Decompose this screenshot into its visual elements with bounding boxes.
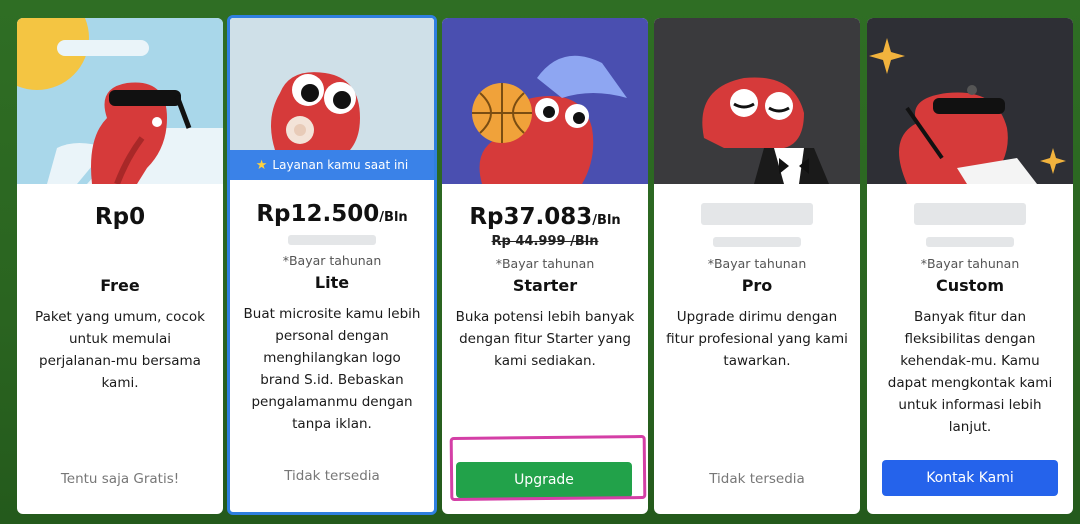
price-placeholder (288, 235, 376, 245)
price-placeholder (914, 203, 1026, 225)
plan-name: Pro (741, 276, 773, 295)
plan-description: Banyak fitur dan fleksibilitas dengan ke… (887, 309, 1053, 435)
upgrade-button[interactable]: Upgrade (456, 462, 632, 498)
price-subline-placeholder (713, 237, 801, 247)
contact-us-button[interactable]: Kontak Kami (882, 460, 1058, 496)
billing-note: *Bayar tahunan (495, 256, 595, 271)
plan-description: Buat microsite kamu lebih personal denga… (243, 306, 421, 432)
price-subline-placeholder (926, 237, 1014, 247)
plan-price: Rp0 (94, 204, 146, 230)
billing-note: *Bayar tahunan (920, 256, 1020, 271)
plan-footer-text: Tidak tersedia (709, 471, 805, 487)
current-plan-badge-label: Layanan kamu saat ini (272, 158, 409, 172)
plan-name: Starter (512, 276, 578, 295)
plan-illustration-lite (230, 18, 434, 150)
plan-card-lite: ★ Layanan kamu saat ini Rp12.500/Bln *Ba… (227, 15, 437, 515)
billing-note: *Bayar tahunan (282, 253, 382, 268)
plan-card-free: Rp0 Free Paket yang umum, cocok untuk me… (17, 18, 223, 514)
plan-name: Custom (936, 276, 1004, 295)
plan-illustration-pro (654, 18, 860, 184)
plan-footer-text: Tentu saja Gratis! (60, 471, 180, 487)
plan-name: Free (100, 276, 140, 295)
plan-illustration-starter (442, 18, 648, 184)
current-plan-badge: ★ Layanan kamu saat ini (230, 150, 434, 180)
plan-description: Buka potensi lebih banyak dengan fitur S… (455, 309, 635, 369)
plan-name: Lite (314, 273, 350, 292)
original-price: Rp 44.999 /Bln (491, 234, 599, 249)
plan-price: Rp37.083/Bln (469, 204, 621, 230)
star-icon: ★ (255, 157, 268, 173)
plan-illustration-free (17, 18, 223, 184)
plan-card-custom: *Bayar tahunan Custom Banyak fitur dan f… (867, 18, 1073, 514)
price-placeholder (701, 203, 813, 225)
plan-illustration-custom (867, 18, 1073, 184)
plan-card-pro: *Bayar tahunan Pro Upgrade dirimu dengan… (654, 18, 860, 514)
billing-note: *Bayar tahunan (707, 256, 807, 271)
plan-footer-text: Tidak tersedia (284, 468, 380, 484)
plan-card-starter: Rp37.083/Bln Rp 44.999 /Bln *Bayar tahun… (442, 18, 648, 514)
plan-description: Paket yang umum, cocok untuk memulai per… (35, 309, 205, 391)
plan-price: Rp12.500/Bln (256, 201, 408, 227)
plan-description: Upgrade dirimu dengan fitur profesional … (666, 309, 848, 369)
